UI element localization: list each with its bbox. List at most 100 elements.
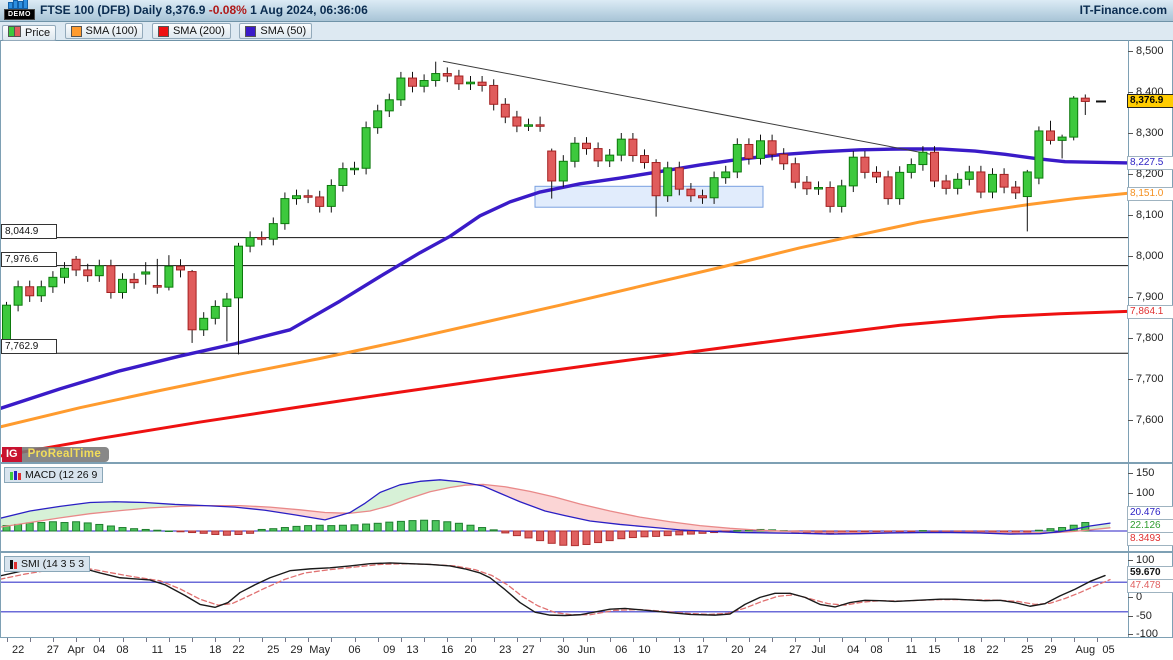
time-tick-dash bbox=[308, 638, 309, 642]
macd-value-label: 20.476 bbox=[1127, 506, 1173, 520]
smi-value-label: 59.670 bbox=[1127, 566, 1173, 580]
time-tick-label: 24 bbox=[754, 644, 766, 656]
time-tick-dash bbox=[123, 638, 124, 642]
smi-value-label: 47.478 bbox=[1127, 579, 1173, 593]
time-tick-label: 17 bbox=[696, 644, 708, 656]
prorealtime-wordmark: ProRealTime bbox=[22, 447, 109, 462]
time-tick-label: 13 bbox=[673, 644, 685, 656]
price-tick-dash bbox=[1128, 174, 1133, 175]
price-tick-label: 8,000 bbox=[1136, 250, 1164, 262]
time-tick-dash bbox=[146, 638, 147, 642]
price-label-sma200: 7,864.1 bbox=[1127, 305, 1173, 319]
time-tick-label: 29 bbox=[1044, 644, 1056, 656]
time-tick-label: 16 bbox=[441, 644, 453, 656]
price-tick-dash bbox=[1128, 256, 1133, 257]
price-axis-border[interactable] bbox=[1128, 40, 1129, 638]
time-tick-dash bbox=[1051, 638, 1052, 642]
macd-tick-dash bbox=[1128, 493, 1133, 494]
time-tick-dash bbox=[401, 638, 402, 642]
time-tick-dash bbox=[749, 638, 750, 642]
price-label-sma100: 8,151.0 bbox=[1127, 187, 1173, 201]
time-tick-dash bbox=[285, 638, 286, 642]
time-tick-dash bbox=[378, 638, 379, 642]
time-tick-dash bbox=[471, 638, 472, 642]
price-tick-label: 8,300 bbox=[1136, 127, 1164, 139]
smi-tick-label: -50 bbox=[1136, 610, 1152, 622]
time-tick-label: 20 bbox=[731, 644, 743, 656]
price-tick-dash bbox=[1128, 133, 1133, 134]
time-tick-label: 22 bbox=[232, 644, 244, 656]
price-tick-label: 8,500 bbox=[1136, 45, 1164, 57]
time-tick-dash bbox=[1074, 638, 1075, 642]
time-tick-dash bbox=[795, 638, 796, 642]
time-tick-dash bbox=[1027, 638, 1028, 642]
time-tick-dash bbox=[1097, 638, 1098, 642]
time-tick-label: May bbox=[309, 644, 330, 656]
time-tick-label: 15 bbox=[174, 644, 186, 656]
level-label: 7,762.9 bbox=[1, 339, 57, 354]
time-tick-dash bbox=[53, 638, 54, 642]
price-tick-label: 7,700 bbox=[1136, 373, 1164, 385]
time-tick-label: 15 bbox=[928, 644, 940, 656]
time-tick-dash bbox=[30, 638, 31, 642]
macd-icon bbox=[10, 471, 21, 480]
level-label: 7,976.6 bbox=[1, 252, 57, 267]
time-tick-label: 22 bbox=[12, 644, 24, 656]
time-tick-label: 23 bbox=[499, 644, 511, 656]
time-tick-label: 18 bbox=[209, 644, 221, 656]
smi-indicator-label[interactable]: SMI (14 3 5 3 bbox=[4, 556, 90, 572]
time-tick-dash bbox=[633, 638, 634, 642]
time-tick-dash bbox=[703, 638, 704, 642]
chart-window: { "header": { "instrument": "FTSE 100 (D… bbox=[0, 0, 1173, 660]
time-tick-label: Apr bbox=[68, 644, 85, 656]
price-tick-label: 7,600 bbox=[1136, 414, 1164, 426]
price-tick-label: 7,900 bbox=[1136, 291, 1164, 303]
time-tick-label: 30 bbox=[557, 644, 569, 656]
macd-value-label: 8.3493 bbox=[1127, 532, 1173, 546]
time-tick-label: 11 bbox=[906, 644, 917, 656]
macd-tick-dash bbox=[1128, 473, 1133, 474]
prorealtime-logo[interactable]: IG ProRealTime bbox=[2, 447, 109, 462]
price-tick-dash bbox=[1128, 92, 1133, 93]
chart-canvas[interactable] bbox=[0, 0, 1173, 660]
time-tick-dash bbox=[726, 638, 727, 642]
time-tick-dash bbox=[424, 638, 425, 642]
smi-tick-label: 100 bbox=[1136, 554, 1154, 566]
level-label: 8,044.9 bbox=[1, 224, 57, 239]
macd-label-text: MACD (12 26 9 bbox=[25, 469, 97, 481]
macd-tick-label: 150 bbox=[1136, 467, 1154, 479]
macd-value-label: 22.126 bbox=[1127, 519, 1173, 533]
price-tick-label: 8,200 bbox=[1136, 168, 1164, 180]
price-tick-dash bbox=[1128, 297, 1133, 298]
time-tick-label: 22 bbox=[986, 644, 998, 656]
time-tick-dash bbox=[772, 638, 773, 642]
time-tick-label: 29 bbox=[290, 644, 302, 656]
time-tick-dash bbox=[958, 638, 959, 642]
time-tick-label: 25 bbox=[267, 644, 279, 656]
macd-smi-divider[interactable] bbox=[0, 551, 1173, 553]
time-tick-label: 18 bbox=[963, 644, 975, 656]
smi-tick-dash bbox=[1128, 634, 1133, 635]
price-label-sma50: 8,227.5 bbox=[1127, 156, 1173, 170]
smi-tick-label: -100 bbox=[1136, 628, 1158, 640]
main-macd-divider[interactable] bbox=[0, 462, 1173, 464]
time-tick-dash bbox=[355, 638, 356, 642]
time-tick-dash bbox=[656, 638, 657, 642]
time-tick-label: Jun bbox=[578, 644, 596, 656]
time-tick-dash bbox=[215, 638, 216, 642]
time-tick-dash bbox=[99, 638, 100, 642]
time-tick-dash bbox=[540, 638, 541, 642]
time-tick-dash bbox=[819, 638, 820, 642]
time-tick-dash bbox=[981, 638, 982, 642]
price-label-last: 8,376.9 bbox=[1127, 94, 1173, 108]
time-tick-label: 27 bbox=[522, 644, 534, 656]
price-tick-dash bbox=[1128, 420, 1133, 421]
time-tick-label: 06 bbox=[615, 644, 627, 656]
time-tick-label: 04 bbox=[847, 644, 859, 656]
time-tick-label: 11 bbox=[152, 644, 163, 656]
smi-tick-dash bbox=[1128, 616, 1133, 617]
time-tick-dash bbox=[911, 638, 912, 642]
macd-indicator-label[interactable]: MACD (12 26 9 bbox=[4, 467, 103, 483]
time-tick-dash bbox=[517, 638, 518, 642]
smi-label-text: SMI (14 3 5 3 bbox=[21, 558, 84, 570]
